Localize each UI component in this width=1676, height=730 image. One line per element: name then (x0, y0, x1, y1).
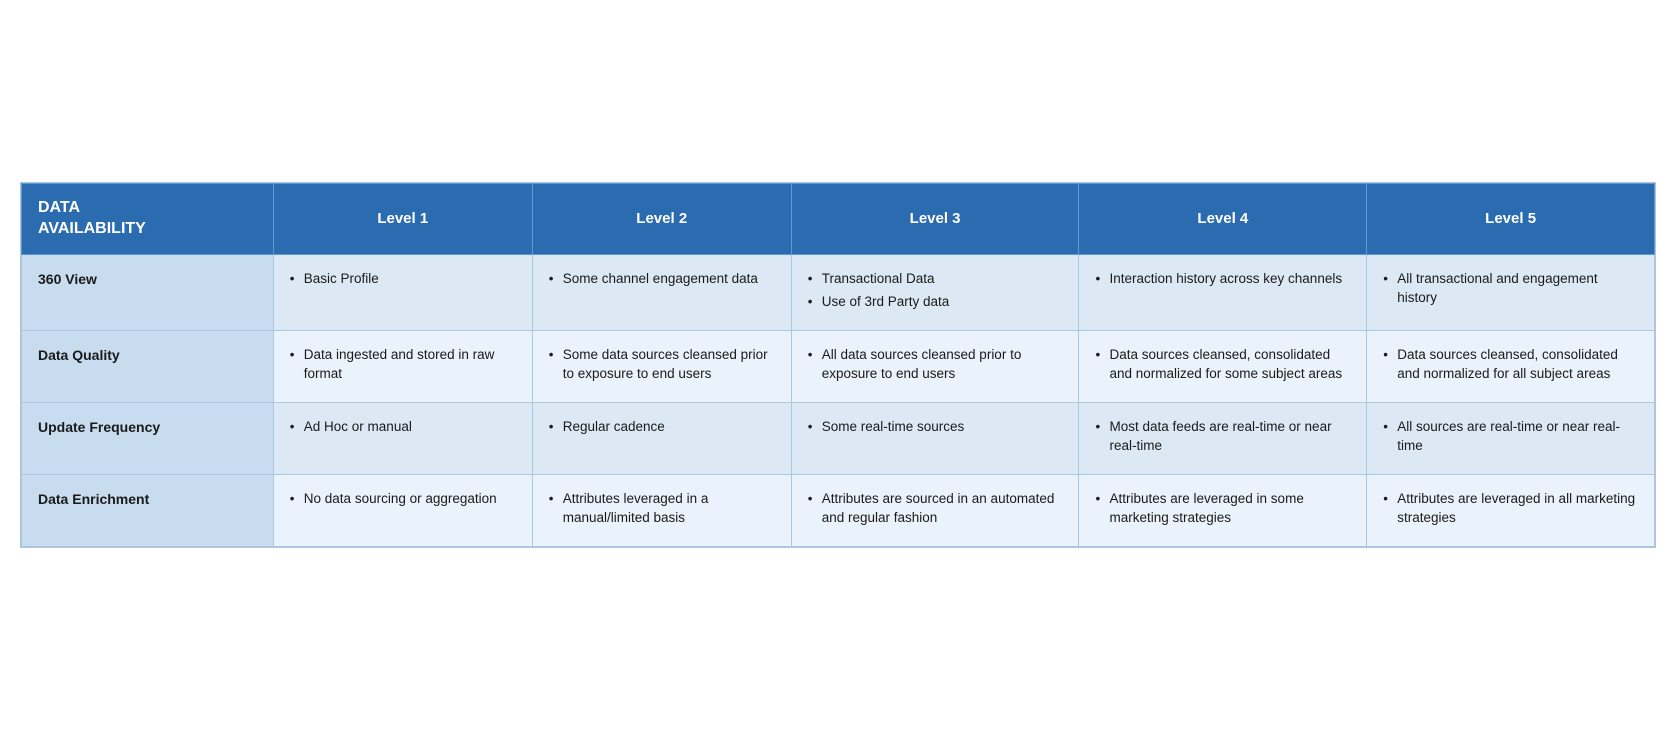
data-cell: Attributes are sourced in an automated a… (791, 474, 1079, 546)
cell-bullet-list: Attributes leveraged in a manual/limited… (549, 489, 775, 528)
data-cell: Transactional Data Use of 3rd Party data (791, 254, 1079, 330)
bullet-item: All transactional and engagement history (1383, 269, 1638, 308)
bullet-item: All sources are real-time or near real-t… (1383, 417, 1638, 456)
cell-bullet-list: Interaction history across key channels (1095, 269, 1350, 289)
data-cell: Data ingested and stored in raw format (273, 330, 532, 402)
data-cell: Some data sources cleansed prior to expo… (532, 330, 791, 402)
data-cell: Attributes are leveraged in some marketi… (1079, 474, 1367, 546)
data-cell: Data sources cleansed, consolidated and … (1079, 330, 1367, 402)
bullet-item: Attributes leveraged in a manual/limited… (549, 489, 775, 528)
data-cell: Some real-time sources (791, 402, 1079, 474)
data-cell: Some channel engagement data (532, 254, 791, 330)
cell-bullet-list: Attributes are leveraged in all marketin… (1383, 489, 1638, 528)
bullet-item: Interaction history across key channels (1095, 269, 1350, 289)
bullet-item: Some data sources cleansed prior to expo… (549, 345, 775, 384)
bullet-item: Some channel engagement data (549, 269, 775, 289)
cell-bullet-list: Attributes are sourced in an automated a… (808, 489, 1063, 528)
bullet-item: Data sources cleansed, consolidated and … (1383, 345, 1638, 384)
cell-bullet-list: Transactional Data Use of 3rd Party data (808, 269, 1063, 312)
bullet-item: All data sources cleansed prior to expos… (808, 345, 1063, 384)
data-cell: Regular cadence (532, 402, 791, 474)
data-cell: All transactional and engagement history (1367, 254, 1655, 330)
bullet-item: Use of 3rd Party data (808, 292, 1063, 312)
cell-bullet-list: All data sources cleansed prior to expos… (808, 345, 1063, 384)
bullet-item: Attributes are leveraged in some marketi… (1095, 489, 1350, 528)
cell-bullet-list: Some data sources cleansed prior to expo… (549, 345, 775, 384)
category-cell: Data Enrichment (22, 474, 274, 546)
data-cell: Basic Profile (273, 254, 532, 330)
data-cell: Attributes leveraged in a manual/limited… (532, 474, 791, 546)
category-cell: Data Quality (22, 330, 274, 402)
cell-bullet-list: Some real-time sources (808, 417, 1063, 437)
data-cell: Interaction history across key channels (1079, 254, 1367, 330)
table-row: 360 View Basic Profile Some channel engage… (22, 254, 1655, 330)
bullet-item: Ad Hoc or manual (290, 417, 516, 437)
header-col4: Level 4 (1079, 183, 1367, 254)
header-col1: Level 1 (273, 183, 532, 254)
main-table-wrapper: DATA AVAILABILITY Level 1 Level 2 Level … (20, 182, 1656, 548)
cell-bullet-list: Basic Profile (290, 269, 516, 289)
data-cell: All data sources cleansed prior to expos… (791, 330, 1079, 402)
data-cell: Ad Hoc or manual (273, 402, 532, 474)
data-availability-table: DATA AVAILABILITY Level 1 Level 2 Level … (21, 183, 1655, 547)
bullet-item: Data sources cleansed, consolidated and … (1095, 345, 1350, 384)
table-body: 360 View Basic Profile Some channel engage… (22, 254, 1655, 547)
cell-bullet-list: Data ingested and stored in raw format (290, 345, 516, 384)
bullet-item: No data sourcing or aggregation (290, 489, 516, 509)
data-cell: Data sources cleansed, consolidated and … (1367, 330, 1655, 402)
category-cell: Update Frequency (22, 402, 274, 474)
header-col0: DATA AVAILABILITY (22, 183, 274, 254)
data-cell: No data sourcing or aggregation (273, 474, 532, 546)
table-row: Data Quality Data ingested and stored in … (22, 330, 1655, 402)
header-col3: Level 3 (791, 183, 1079, 254)
category-cell: 360 View (22, 254, 274, 330)
bullet-item: Basic Profile (290, 269, 516, 289)
cell-bullet-list: Most data feeds are real-time or near re… (1095, 417, 1350, 456)
bullet-item: Transactional Data (808, 269, 1063, 289)
cell-bullet-list: Data sources cleansed, consolidated and … (1095, 345, 1350, 384)
header-col5: Level 5 (1367, 183, 1655, 254)
data-cell: Attributes are leveraged in all marketin… (1367, 474, 1655, 546)
table-row: Data Enrichment No data sourcing or aggre… (22, 474, 1655, 546)
cell-bullet-list: Ad Hoc or manual (290, 417, 516, 437)
cell-bullet-list: Some channel engagement data (549, 269, 775, 289)
cell-bullet-list: Data sources cleansed, consolidated and … (1383, 345, 1638, 384)
cell-bullet-list: Attributes are leveraged in some marketi… (1095, 489, 1350, 528)
bullet-item: Most data feeds are real-time or near re… (1095, 417, 1350, 456)
data-cell: Most data feeds are real-time or near re… (1079, 402, 1367, 474)
cell-bullet-list: No data sourcing or aggregation (290, 489, 516, 509)
bullet-item: Attributes are leveraged in all marketin… (1383, 489, 1638, 528)
table-row: Update Frequency Ad Hoc or manual Regular … (22, 402, 1655, 474)
bullet-item: Some real-time sources (808, 417, 1063, 437)
bullet-item: Data ingested and stored in raw format (290, 345, 516, 384)
header-row: DATA AVAILABILITY Level 1 Level 2 Level … (22, 183, 1655, 254)
bullet-item: Regular cadence (549, 417, 775, 437)
cell-bullet-list: Regular cadence (549, 417, 775, 437)
cell-bullet-list: All sources are real-time or near real-t… (1383, 417, 1638, 456)
bullet-item: Attributes are sourced in an automated a… (808, 489, 1063, 528)
header-col2: Level 2 (532, 183, 791, 254)
cell-bullet-list: All transactional and engagement history (1383, 269, 1638, 308)
data-cell: All sources are real-time or near real-t… (1367, 402, 1655, 474)
